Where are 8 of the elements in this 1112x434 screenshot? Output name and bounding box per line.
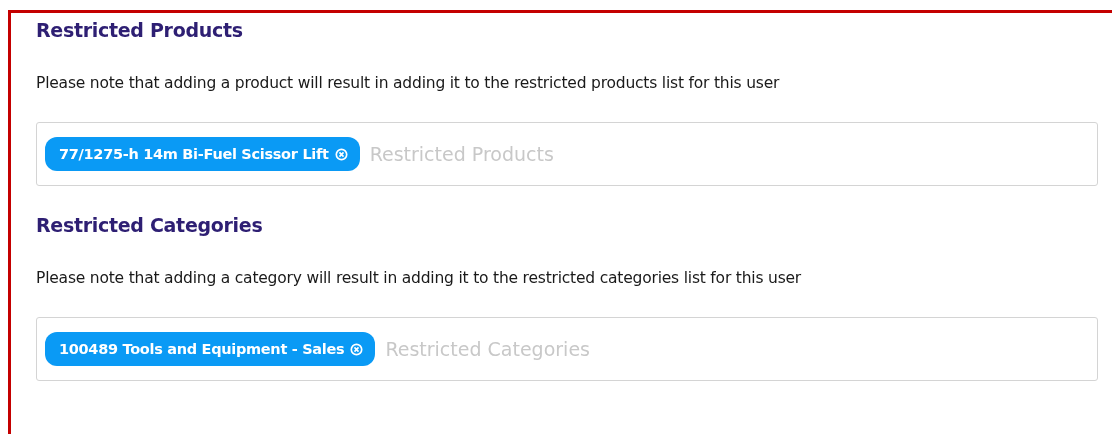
- note-text: Please note that adding a category will result in adding it to the restricted categories list for this user: [36, 269, 802, 287]
- remove-icon[interactable]: [334, 147, 348, 161]
- section-title: Restricted Categories: [36, 213, 263, 238]
- section-title: Restricted Products: [36, 18, 243, 43]
- remove-icon[interactable]: [350, 342, 364, 356]
- tag-chip[interactable]: 77/1275-h 14m Bi-Fuel Scissor Lift: [45, 137, 360, 171]
- tag-chip[interactable]: 100489 Tools and Equipment - Sales: [45, 332, 376, 366]
- note-text: Please note that adding a product will result in adding it to the restricted products list for this user: [36, 74, 780, 92]
